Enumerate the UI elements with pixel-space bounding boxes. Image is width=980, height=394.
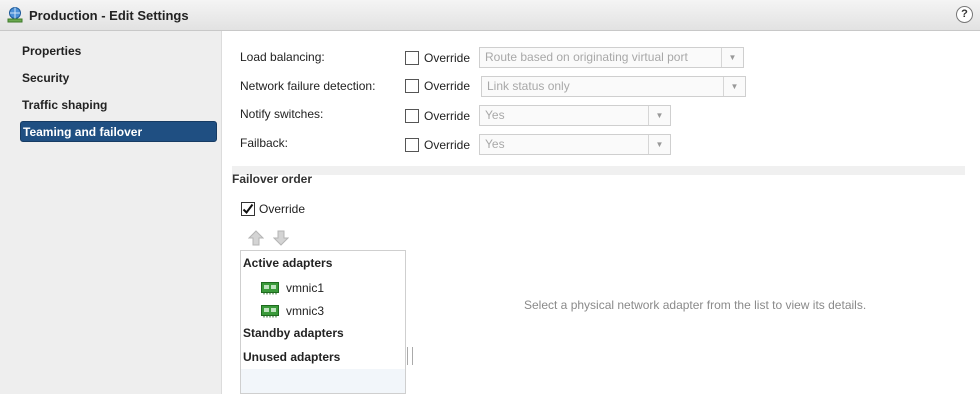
sidebar-item-security[interactable]: Security xyxy=(20,68,217,89)
network-failure-detection-value: Link status only xyxy=(487,79,570,93)
failback-override-checkbox[interactable] xyxy=(405,138,419,152)
checkmark-icon xyxy=(242,203,254,215)
chevron-down-icon: ▼ xyxy=(648,106,670,125)
failback-select[interactable]: Yes ▼ xyxy=(479,134,671,155)
adapter-name: vmnic3 xyxy=(286,304,325,318)
adapter-details-message: Select a physical network adapter from t… xyxy=(524,298,867,312)
failover-order-title: Failover order xyxy=(232,172,313,186)
failback-label: Failback: xyxy=(240,136,289,150)
load-balancing-label: Load balancing: xyxy=(240,50,325,64)
splitter-handle[interactable] xyxy=(407,347,413,365)
network-failure-detection-override-checkbox[interactable] xyxy=(405,79,419,93)
sidebar-item-traffic-shaping[interactable]: Traffic shaping xyxy=(20,95,217,116)
load-balancing-override-checkbox[interactable] xyxy=(405,51,419,65)
arrow-down-icon[interactable] xyxy=(273,230,289,246)
notify-switches-value: Yes xyxy=(485,108,505,122)
network-failure-detection-override-label: Override xyxy=(424,79,471,93)
network-failure-detection-select[interactable]: Link status only ▼ xyxy=(481,76,746,97)
nic-icon xyxy=(261,305,279,318)
list-empty-row xyxy=(241,369,405,393)
nic-icon xyxy=(261,282,279,295)
section-divider xyxy=(232,166,965,175)
adapter-name: vmnic1 xyxy=(286,281,325,295)
failback-override-label: Override xyxy=(424,138,471,152)
notify-switches-label: Notify switches: xyxy=(240,107,324,121)
list-item[interactable]: vmnic1 xyxy=(241,276,405,300)
load-balancing-value: Route based on originating virtual port xyxy=(485,50,688,64)
list-item[interactable]: vmnic3 xyxy=(241,299,405,323)
notify-switches-override-label: Override xyxy=(424,109,471,123)
failover-override-checkbox[interactable] xyxy=(241,202,255,216)
network-globe-icon xyxy=(7,7,23,23)
failover-override-label: Override xyxy=(259,202,306,216)
help-icon[interactable]: ? xyxy=(956,6,973,23)
active-adapters-header: Active adapters xyxy=(243,256,333,270)
unused-adapters-header: Unused adapters xyxy=(243,350,341,364)
sidebar-item-teaming-and-failover[interactable]: Teaming and failover xyxy=(20,121,217,142)
sidebar-item-properties[interactable]: Properties xyxy=(20,41,217,62)
chevron-down-icon: ▼ xyxy=(648,135,670,154)
adapter-list[interactable]: Active adapters vmnic1 vmnic3 Standby ad… xyxy=(240,250,406,394)
load-balancing-select[interactable]: Route based on originating virtual port … xyxy=(479,47,744,68)
network-failure-detection-label: Network failure detection: xyxy=(240,79,376,93)
chevron-down-icon: ▼ xyxy=(723,77,745,96)
notify-switches-override-checkbox[interactable] xyxy=(405,109,419,123)
standby-adapters-header: Standby adapters xyxy=(243,326,344,340)
dialog-title: Production - Edit Settings xyxy=(29,8,189,23)
notify-switches-select[interactable]: Yes ▼ xyxy=(479,105,671,126)
load-balancing-override-label: Override xyxy=(424,51,471,65)
dialog-title-bar: Production - Edit Settings ? xyxy=(0,0,980,31)
arrow-up-icon[interactable] xyxy=(248,230,264,246)
failback-value: Yes xyxy=(485,137,505,151)
settings-sidebar: Properties Security Traffic shaping Team… xyxy=(0,31,222,394)
chevron-down-icon: ▼ xyxy=(721,48,743,67)
